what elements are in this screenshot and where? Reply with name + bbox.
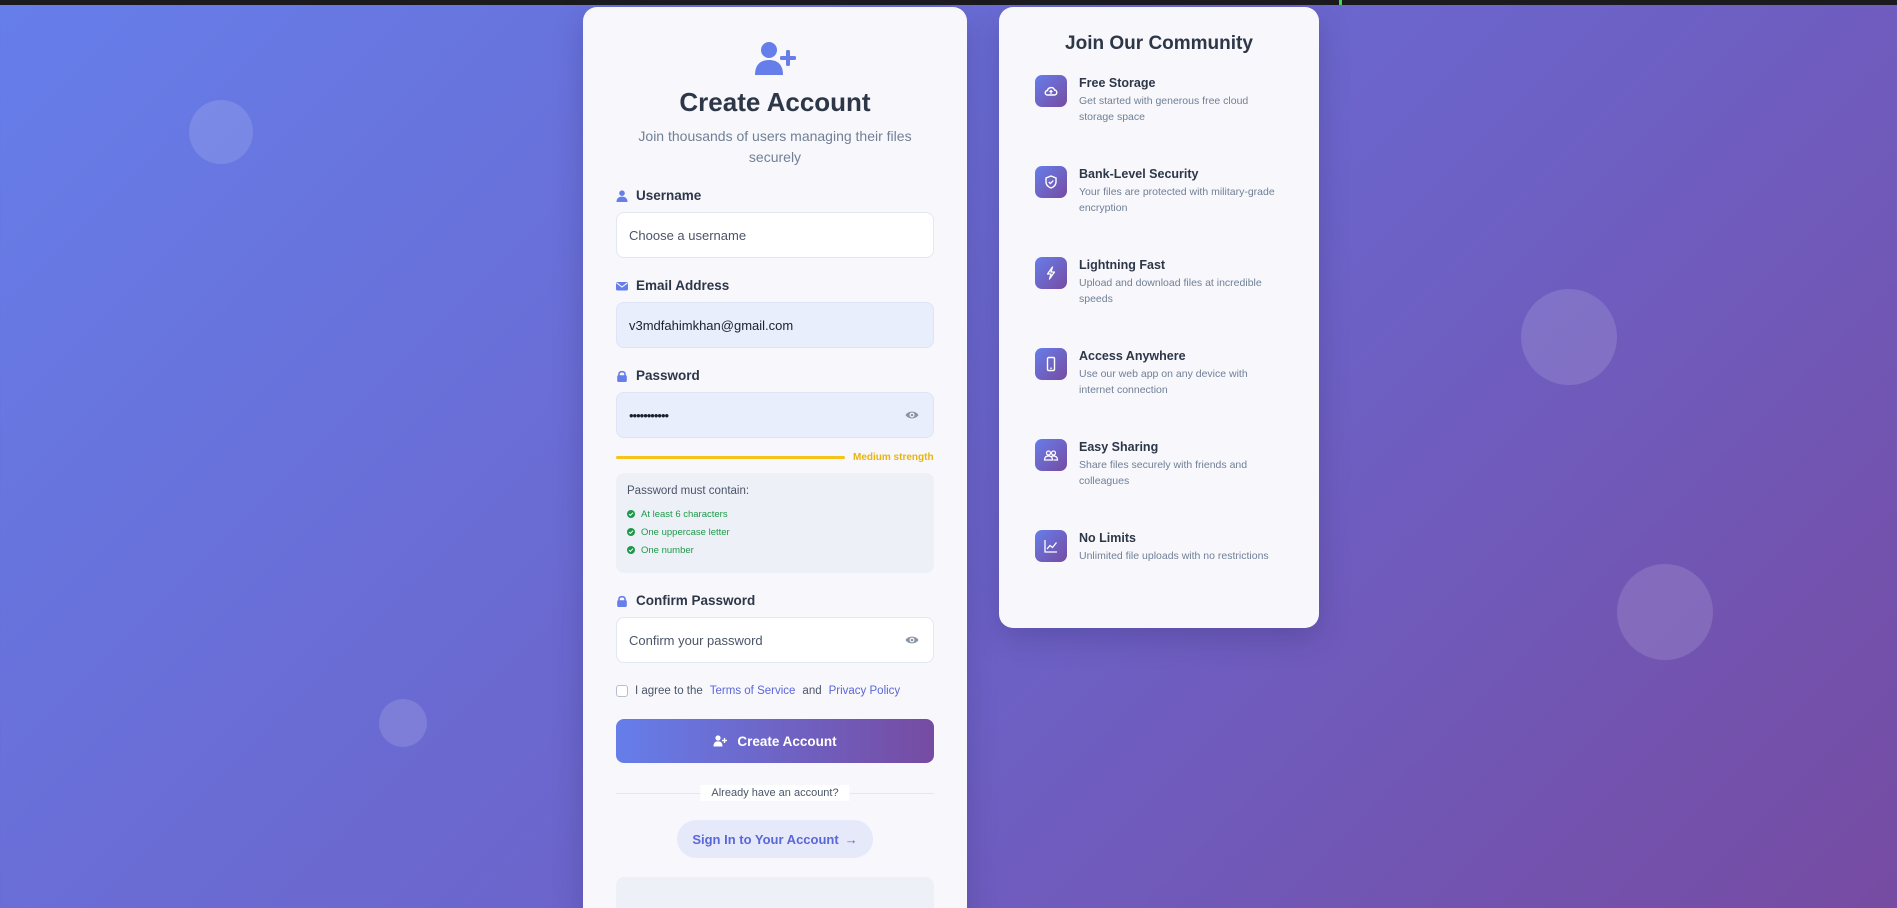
feature-title: Bank-Level Security — [1079, 167, 1199, 181]
feature-title: Access Anywhere — [1079, 349, 1186, 363]
confirm-password-field[interactable] — [616, 617, 934, 663]
username-field[interactable] — [616, 212, 934, 258]
terms-checkbox[interactable] — [616, 685, 628, 697]
confirm-password-input[interactable] — [629, 632, 921, 648]
strength-text: Medium strength — [853, 452, 934, 463]
requirement-item: One uppercase letter — [627, 523, 923, 541]
feature-item: Access Anywhere Use our web app on any d… — [1035, 348, 1283, 419]
sign-in-button[interactable]: Sign In to Your Account → — [677, 820, 873, 858]
feature-desc: Unlimited file uploads with no restricti… — [1079, 550, 1269, 562]
create-account-button[interactable]: Create Account — [616, 719, 934, 763]
email-label-text: Email Address — [636, 278, 730, 293]
browser-top-bar — [0, 0, 1897, 5]
feature-title: Lightning Fast — [1079, 258, 1166, 272]
community-title: Join Our Community — [1065, 33, 1253, 54]
arrow-right-icon: → — [844, 831, 858, 847]
feature-item: No Limits Unlimited file uploads with no… — [1035, 530, 1283, 601]
requirement-text: One number — [641, 544, 694, 556]
password-requirements: Password must contain: At least 6 charac… — [616, 473, 934, 573]
feature-desc: Get started with generous free cloud sto… — [1079, 95, 1249, 123]
check-circle-icon — [627, 528, 635, 536]
sign-in-label: Sign In to Your Account — [692, 831, 839, 847]
password-strength: Medium strength — [616, 452, 934, 463]
feature-item: Free Storage Get started with generous f… — [1035, 75, 1283, 146]
feature-icon-badge — [1035, 530, 1067, 562]
feature-desc: Share files securely with friends and co… — [1079, 459, 1248, 487]
decor-bubble — [379, 699, 427, 747]
confirm-password-label: Confirm Password — [616, 593, 934, 608]
decor-bubble — [1617, 564, 1713, 660]
page-title: Create Account — [679, 87, 871, 117]
agree-prefix: I agree to the — [635, 685, 703, 697]
requirement-item: At least 6 characters — [627, 505, 923, 523]
divider-text: Already have an account? — [700, 785, 850, 801]
create-account-label: Create Account — [737, 733, 837, 749]
requirement-item: One number — [627, 541, 923, 559]
email-label: Email Address — [616, 278, 934, 293]
feature-icon-badge — [1035, 348, 1067, 380]
password-input[interactable]: ••••••••••• — [629, 408, 669, 423]
shield-check-icon — [1045, 175, 1057, 189]
agree-and: and — [802, 685, 822, 697]
password-label: Password — [616, 368, 934, 383]
signup-form-card: Create Account Join thousands of users m… — [583, 7, 967, 908]
username-label: Username — [616, 188, 934, 203]
feature-desc: Use our web app on any device with inter… — [1079, 368, 1248, 396]
footer-panel — [616, 877, 934, 908]
password-field[interactable]: ••••••••••• — [616, 392, 934, 438]
feature-item: Bank-Level Security Your files are prote… — [1035, 166, 1283, 237]
privacy-link[interactable]: Privacy Policy — [829, 685, 901, 697]
decor-bubble — [1521, 289, 1617, 385]
decor-bubble — [189, 100, 253, 164]
users-icon — [1043, 450, 1059, 461]
feature-item: Lightning Fast Upload and download files… — [1035, 257, 1283, 328]
email-input[interactable] — [629, 317, 921, 333]
lock-icon — [617, 595, 627, 607]
page-subtitle: Join thousands of users managing their f… — [638, 128, 912, 165]
feature-title: No Limits — [1079, 531, 1136, 545]
eye-icon[interactable] — [905, 409, 919, 421]
mobile-icon — [1046, 356, 1056, 372]
requirements-heading: Password must contain: — [627, 485, 750, 497]
feature-icon-badge — [1035, 257, 1067, 289]
lock-icon — [617, 370, 627, 382]
feature-desc: Your files are protected with military-g… — [1079, 186, 1275, 214]
feature-item: Easy Sharing Share files securely with f… — [1035, 439, 1283, 510]
strength-bar — [616, 456, 845, 459]
feature-icon-badge — [1035, 166, 1067, 198]
divider: Already have an account? — [616, 785, 934, 801]
terms-agreement: I agree to the Terms of Service and Priv… — [616, 685, 934, 697]
feature-icon-badge — [1035, 439, 1067, 471]
status-indicator — [1339, 0, 1342, 5]
cloud-upload-icon — [1044, 86, 1058, 96]
user-plus-icon — [713, 735, 728, 747]
confirm-password-label-text: Confirm Password — [636, 593, 756, 608]
envelope-icon — [616, 281, 628, 290]
feature-icon-badge — [1035, 75, 1067, 107]
username-label-text: Username — [636, 188, 702, 203]
feature-title: Easy Sharing — [1079, 440, 1159, 454]
terms-link[interactable]: Terms of Service — [710, 685, 796, 697]
user-plus-icon — [755, 42, 796, 75]
feature-desc: Upload and download files at incredible … — [1079, 277, 1262, 305]
check-circle-icon — [627, 546, 635, 554]
eye-icon[interactable] — [905, 634, 919, 646]
password-label-text: Password — [636, 368, 700, 383]
feature-title: Free Storage — [1079, 76, 1156, 90]
check-circle-icon — [627, 510, 635, 518]
email-field[interactable] — [616, 302, 934, 348]
community-card: Join Our Community Free Storage Get star… — [999, 7, 1319, 628]
user-icon — [616, 189, 628, 202]
requirement-text: One uppercase letter — [641, 526, 730, 538]
username-input[interactable] — [629, 227, 921, 243]
requirement-text: At least 6 characters — [641, 508, 728, 520]
lightning-icon — [1046, 266, 1056, 280]
chart-line-icon — [1044, 540, 1058, 553]
